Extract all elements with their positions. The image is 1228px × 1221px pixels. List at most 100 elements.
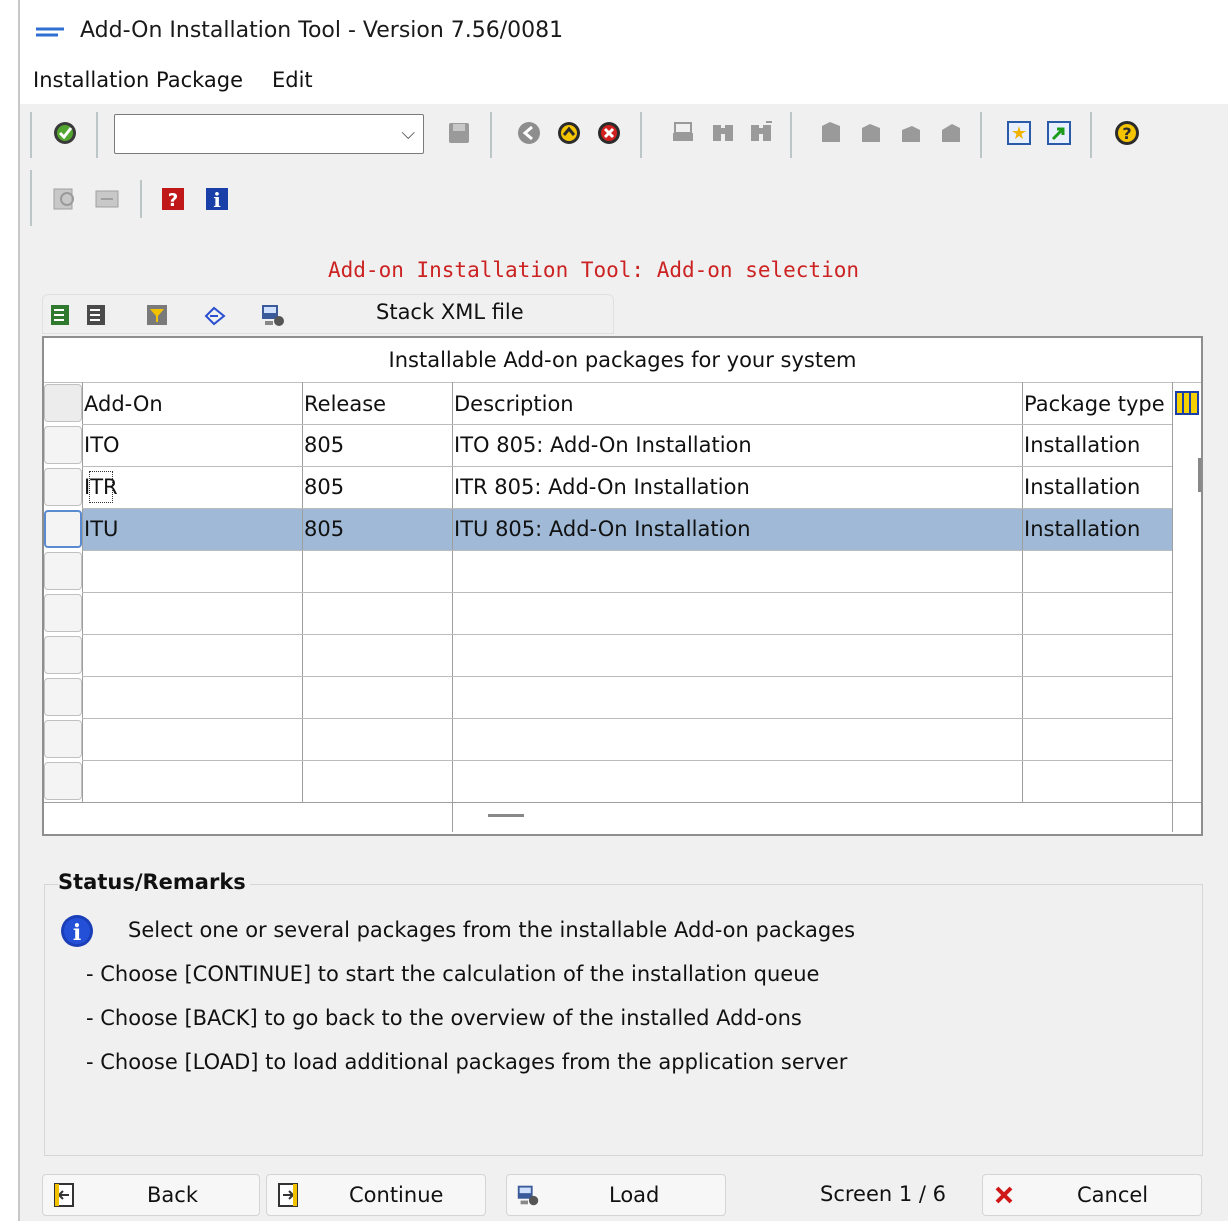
addon-table: Installable Add-on packages for your sys… — [42, 336, 1203, 836]
svg-text:i: i — [213, 188, 221, 212]
column-header-description[interactable]: Description — [454, 384, 574, 424]
back-icon[interactable] — [514, 118, 544, 148]
row-selector[interactable] — [44, 468, 82, 506]
deselect-all-icon[interactable] — [82, 300, 112, 330]
row-selector[interactable] — [44, 426, 82, 464]
column-divider — [1172, 382, 1173, 802]
cell-release[interactable]: 805 — [304, 424, 344, 466]
table-title: Installable Add-on packages for your sys… — [44, 338, 1201, 383]
cell-addon[interactable]: ITR — [84, 466, 118, 508]
menu-installation-package[interactable]: Installation Package — [33, 68, 243, 92]
row-divider — [82, 634, 1172, 635]
column-layout-icon[interactable] — [1172, 388, 1202, 418]
info-icon[interactable]: i — [202, 184, 232, 214]
back-button[interactable]: Back — [42, 1174, 260, 1216]
cell-addon[interactable]: ITU — [84, 508, 118, 550]
scrollbar-thumb[interactable] — [1198, 458, 1201, 492]
column-divider — [452, 382, 453, 832]
load-button-label: Load — [609, 1183, 660, 1207]
print-icon[interactable] — [668, 118, 698, 148]
cell-package-type[interactable]: Installation — [1024, 508, 1140, 550]
toolbar-separator — [790, 112, 792, 158]
menu-edit[interactable]: Edit — [272, 68, 313, 92]
toolbar-separator — [30, 170, 32, 226]
status-line: - Choose [BACK] to go back to the overvi… — [86, 1006, 802, 1030]
command-field[interactable]: ⌵ — [114, 114, 424, 154]
find-icon[interactable] — [708, 118, 738, 148]
cell-release[interactable]: 805 — [304, 508, 344, 550]
row-selector[interactable] — [44, 594, 82, 632]
shortcut-icon[interactable] — [1044, 118, 1074, 148]
chevron-down-icon[interactable]: ⌵ — [401, 123, 415, 144]
header-selector[interactable] — [44, 384, 82, 422]
toolbar-separator — [96, 112, 98, 158]
exit-icon[interactable] — [554, 118, 584, 148]
cancel-x-icon — [995, 1186, 1013, 1204]
continue-button-label: Continue — [349, 1183, 444, 1207]
toolbar-separator — [30, 112, 32, 158]
cell-package-type[interactable]: Installation — [1024, 424, 1140, 466]
column-header-addon[interactable]: Add-On — [84, 384, 163, 424]
load-button[interactable]: Load — [506, 1174, 726, 1216]
cell-description[interactable]: ITU 805: Add-On Installation — [454, 508, 751, 550]
title-bar: Add-On Installation Tool - Version 7.56/… — [20, 0, 1228, 62]
first-page-icon[interactable] — [816, 118, 846, 148]
toolbar-separator — [980, 112, 982, 158]
cancel-button-label: Cancel — [1077, 1183, 1149, 1207]
continue-button[interactable]: Continue — [266, 1174, 486, 1216]
back-button-label: Back — [147, 1183, 198, 1207]
column-header-package-type[interactable]: Package type — [1024, 384, 1165, 424]
filter-icon[interactable] — [142, 300, 172, 330]
row-selector[interactable] — [44, 720, 82, 758]
row-selector[interactable] — [44, 510, 82, 548]
row-selector[interactable] — [44, 678, 82, 716]
toolbar-separator — [1090, 112, 1092, 158]
column-divider — [1172, 802, 1173, 832]
sap-logo-icon — [36, 27, 64, 37]
cancel-icon[interactable] — [594, 118, 624, 148]
find-next-icon[interactable] — [746, 118, 776, 148]
cancel-button[interactable]: Cancel — [982, 1174, 1202, 1216]
row-divider — [82, 550, 1172, 551]
application-window: Add-On Installation Tool - Version 7.56/… — [18, 0, 1228, 1221]
row-selector[interactable] — [44, 552, 82, 590]
save-icon[interactable] — [444, 118, 474, 148]
toolbar-separator — [490, 112, 492, 158]
refresh-icon[interactable] — [200, 300, 230, 330]
screen-indicator: Screen 1 / 6 — [820, 1182, 947, 1206]
previous-page-icon[interactable] — [856, 118, 886, 148]
select-all-icon[interactable] — [46, 300, 76, 330]
load-stack-icon[interactable] — [258, 300, 288, 330]
toolbar-separator — [140, 180, 142, 218]
svg-text:?: ? — [1122, 124, 1131, 143]
row-divider — [82, 760, 1172, 761]
cell-package-type[interactable]: Installation — [1024, 466, 1140, 508]
row-divider — [82, 592, 1172, 593]
cell-description[interactable]: ITR 805: Add-On Installation — [454, 466, 750, 508]
horizontal-scrollbar-thumb[interactable] — [488, 814, 524, 817]
details-icon[interactable] — [50, 184, 80, 214]
column-header-release[interactable]: Release — [304, 384, 386, 424]
row-divider — [82, 718, 1172, 719]
vertical-scrollbar[interactable] — [1192, 424, 1206, 804]
stack-xml-button[interactable]: Stack XML file — [376, 300, 524, 324]
row-selector[interactable] — [44, 636, 82, 674]
cell-description[interactable]: ITO 805: Add-On Installation — [454, 424, 752, 466]
cell-release[interactable]: 805 — [304, 466, 344, 508]
select-icon[interactable] — [92, 184, 122, 214]
back-arrow-icon — [54, 1183, 74, 1207]
info-circle-icon: i — [60, 914, 94, 948]
enter-icon[interactable] — [50, 118, 80, 148]
help-icon[interactable]: ? — [1112, 118, 1142, 148]
row-selector[interactable] — [44, 762, 82, 800]
create-session-icon[interactable] — [1004, 118, 1034, 148]
cell-addon[interactable]: ITO — [84, 424, 120, 466]
svg-text:i: i — [73, 920, 81, 946]
status-line: Select one or several packages from the … — [128, 918, 856, 942]
table-footer-divider — [44, 802, 1201, 803]
last-page-icon[interactable] — [936, 118, 966, 148]
next-page-icon[interactable] — [896, 118, 926, 148]
continue-arrow-icon — [278, 1183, 298, 1207]
load-icon — [517, 1185, 539, 1206]
help-doc-icon[interactable]: ? — [158, 184, 188, 214]
